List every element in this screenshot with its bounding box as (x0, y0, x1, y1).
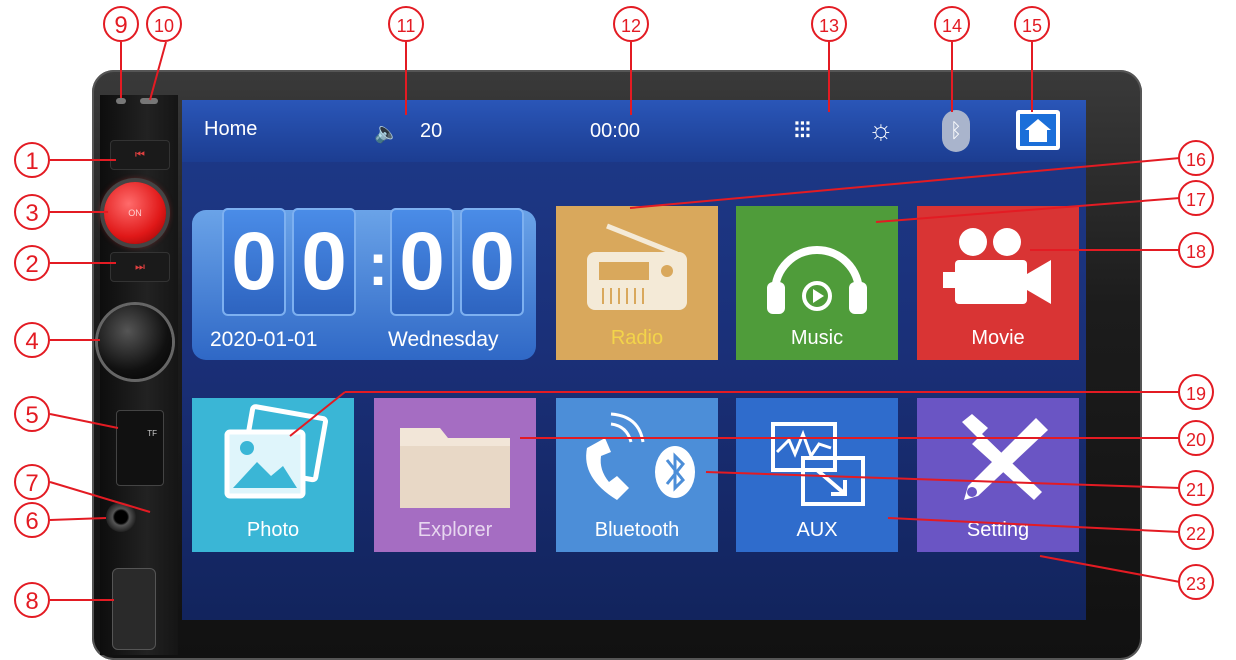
callout-15: 15 (1014, 6, 1050, 42)
callout-14: 14 (934, 6, 970, 42)
callout-5: 5 (14, 396, 50, 432)
callout-2: 2 (14, 245, 50, 281)
callout-3: 3 (14, 194, 50, 230)
callout-11: 11 (388, 6, 424, 42)
callout-leader-lines (49, 41, 1181, 601)
callout-8: 8 (14, 582, 50, 618)
callout-4: 4 (14, 322, 50, 358)
callout-22: 22 (1178, 514, 1214, 550)
callout-18: 18 (1178, 232, 1214, 268)
callout-7: 7 (14, 464, 50, 500)
callout-13: 13 (811, 6, 847, 42)
callout-19: 19 (1178, 374, 1214, 410)
callout-21: 21 (1178, 470, 1214, 506)
callout-10: 10 (146, 6, 182, 42)
callout-17: 17 (1178, 180, 1214, 216)
callout-6: 6 (14, 502, 50, 538)
callout-23: 23 (1178, 564, 1214, 600)
callout-20: 20 (1178, 420, 1214, 456)
callout-12: 12 (613, 6, 649, 42)
callout-16: 16 (1178, 140, 1214, 176)
callout-9: 9 (103, 6, 139, 42)
callout-1: 1 (14, 142, 50, 178)
